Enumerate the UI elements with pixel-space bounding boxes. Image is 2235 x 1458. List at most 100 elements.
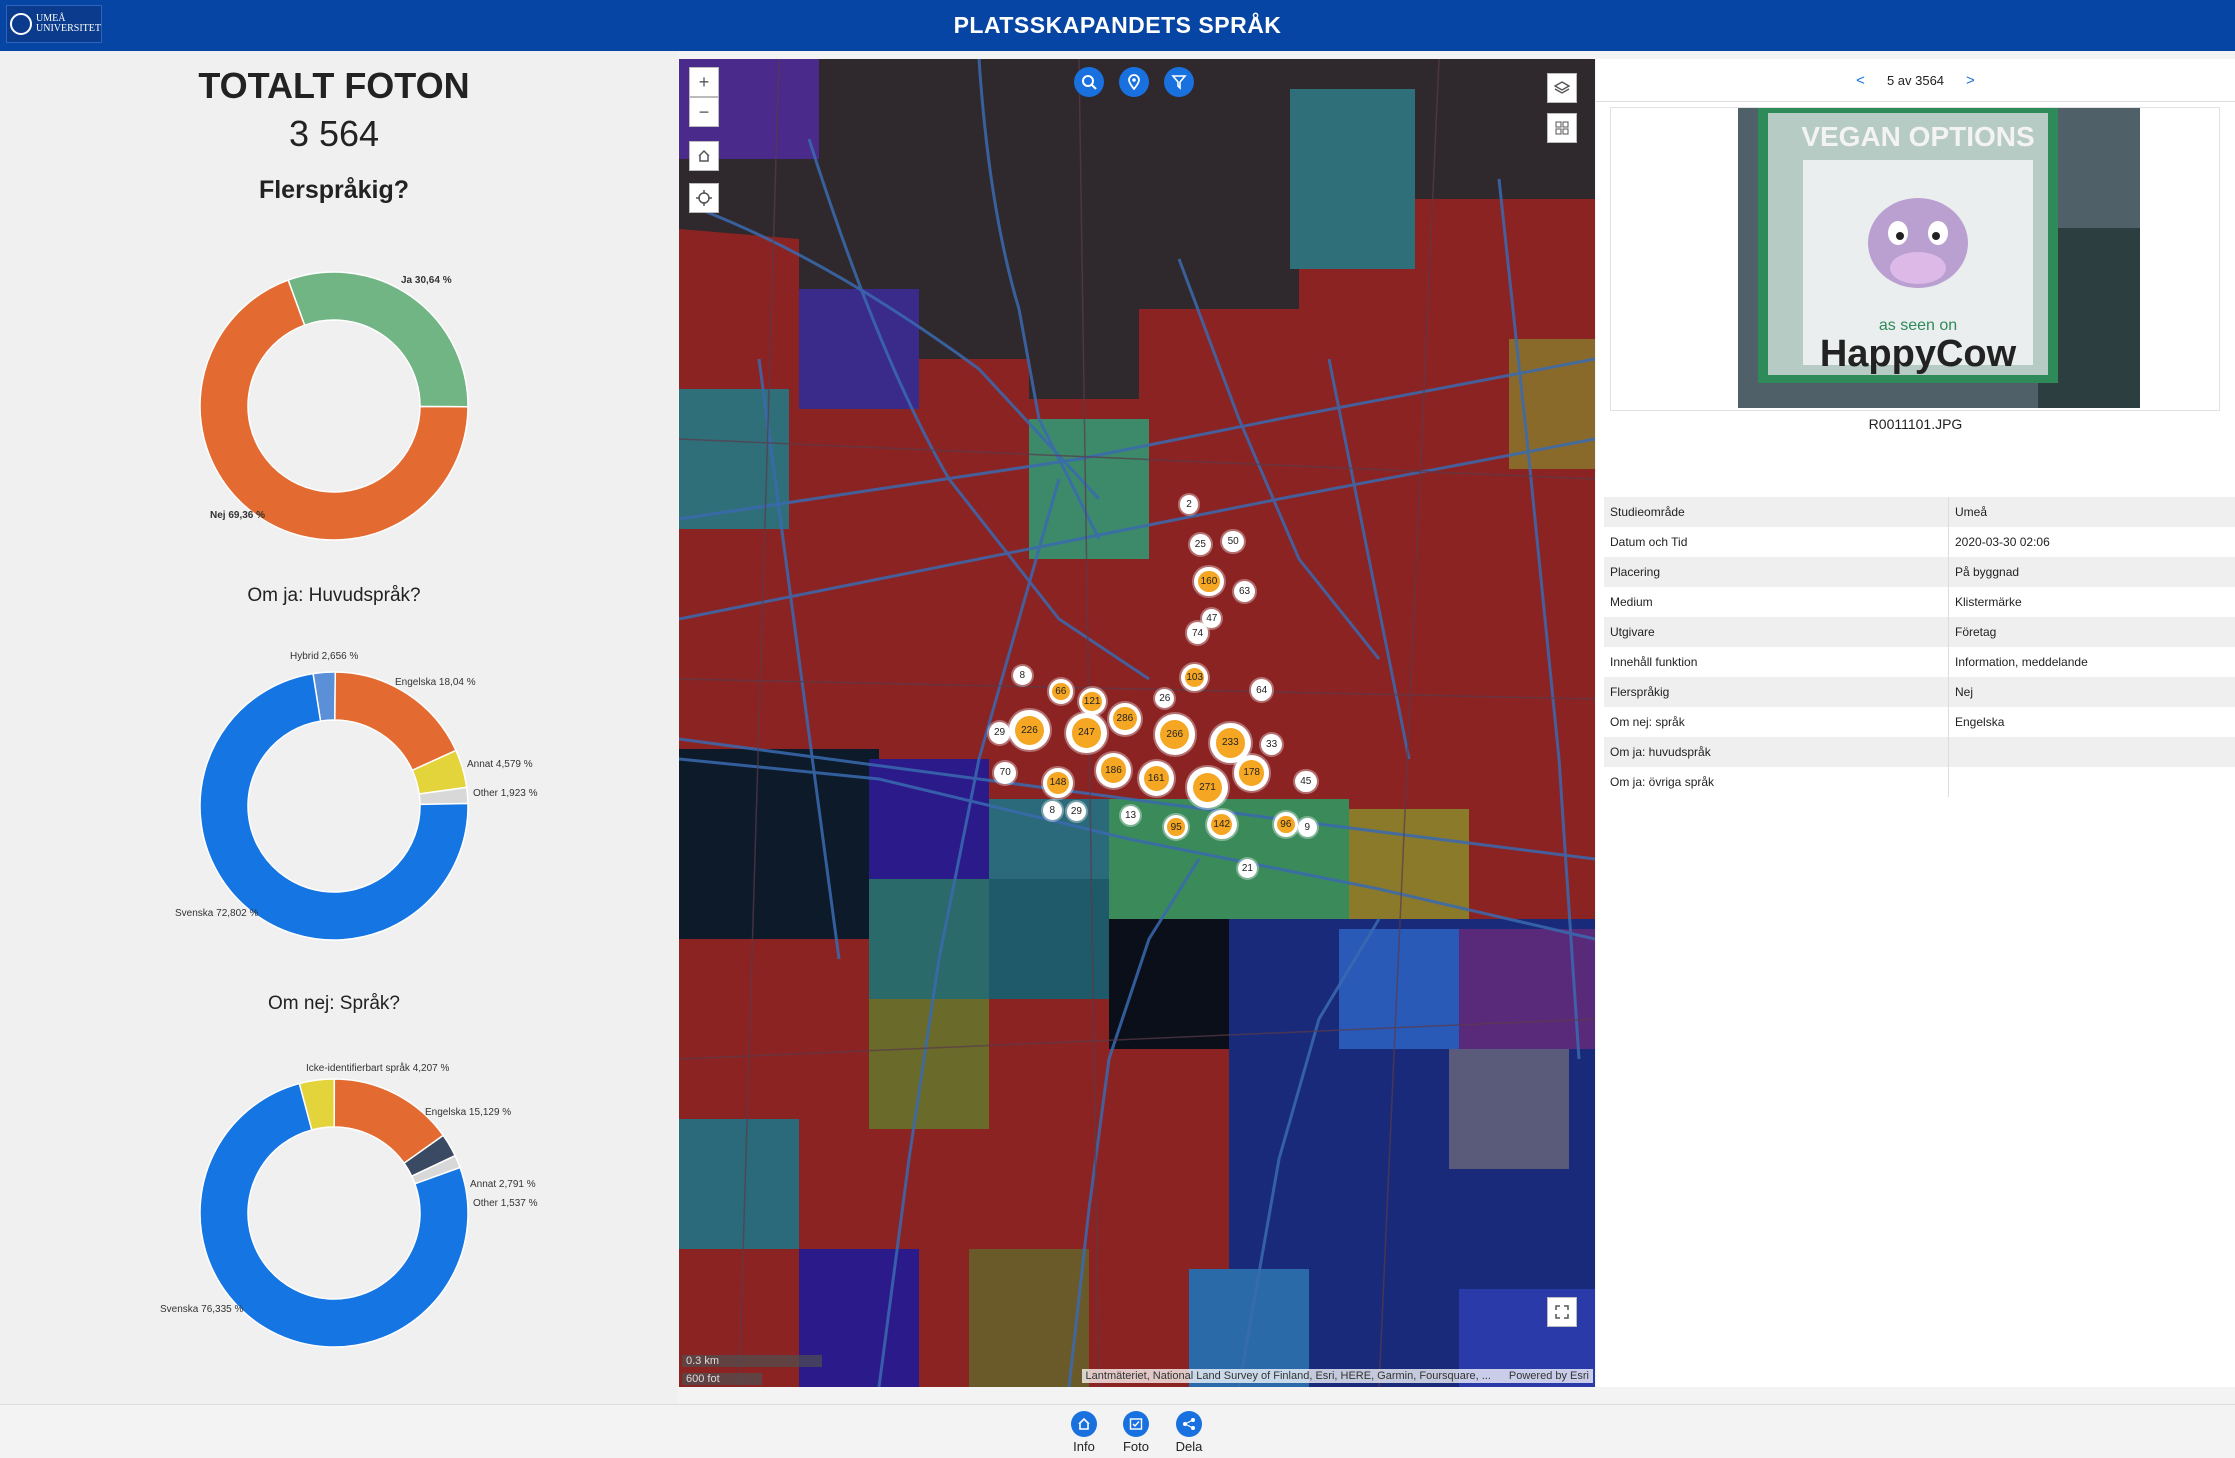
cluster-count: 2 xyxy=(1182,498,1196,512)
layers-button[interactable] xyxy=(1547,73,1577,103)
scale-bar-km: 0.3 km xyxy=(682,1355,822,1367)
cluster-count: 29 xyxy=(992,725,1008,741)
chart-label-annat-2: Annat 2,791 % xyxy=(470,1179,536,1190)
cluster-marker[interactable]: 148 xyxy=(1043,768,1073,798)
cluster-count: 29 xyxy=(1070,805,1084,819)
app-title: PLATSSKAPANDETS SPRÅK xyxy=(954,12,1282,39)
chart-label-engelska: Engelska 18,04 % xyxy=(395,677,476,688)
zoom-out-button[interactable]: − xyxy=(689,97,719,127)
search-button[interactable] xyxy=(1074,67,1104,97)
cluster-count: 50 xyxy=(1225,534,1241,550)
cluster-marker[interactable]: 96 xyxy=(1274,812,1298,836)
cluster-marker[interactable]: 70 xyxy=(994,762,1016,784)
cluster-marker[interactable]: 286 xyxy=(1109,703,1141,735)
chart-label-nej: Nej 69,36 % xyxy=(210,510,265,521)
chart-label-icke-identifierbart: Icke-identifierbart språk 4,207 % xyxy=(306,1063,449,1074)
foto-tab-button[interactable]: Foto xyxy=(1111,1411,1161,1454)
cluster-count: 142 xyxy=(1211,814,1232,835)
chart-label-svenska: Svenska 72,802 % xyxy=(175,908,258,919)
cluster-marker[interactable]: 66 xyxy=(1049,679,1073,703)
cluster-marker[interactable]: 2 xyxy=(1180,495,1199,514)
zoom-in-button[interactable]: + xyxy=(689,67,719,97)
home-button[interactable] xyxy=(689,141,719,171)
filter-button[interactable] xyxy=(1164,67,1194,97)
fullscreen-button[interactable] xyxy=(1547,1297,1577,1327)
cluster-count: 8 xyxy=(1045,803,1059,817)
photo-pager: < 5 av 3564 > xyxy=(1596,59,2235,102)
cluster-marker[interactable]: 142 xyxy=(1207,810,1237,840)
next-photo-button[interactable]: > xyxy=(1966,72,1975,89)
attribution-text[interactable]: Lantmäteriet, National Land Survey of Fi… xyxy=(1086,1370,1491,1382)
info-tab-button[interactable]: Info xyxy=(1059,1411,1109,1454)
cluster-count: 186 xyxy=(1101,757,1126,782)
donut-slice[interactable] xyxy=(288,272,468,407)
attribute-table: StudieområdeUmeåDatum och Tid2020-03-30 … xyxy=(1604,497,2235,797)
layers-icon xyxy=(1554,80,1570,96)
cluster-marker[interactable]: 121 xyxy=(1079,688,1106,715)
vegan-sign-photo: VEGAN OPTIONS as seen on HappyCow xyxy=(1738,108,2140,408)
cluster-marker[interactable]: 74 xyxy=(1187,622,1209,644)
cluster-marker[interactable]: 29 xyxy=(1067,802,1086,821)
cluster-count: 103 xyxy=(1185,668,1204,687)
cluster-marker[interactable]: 45 xyxy=(1295,771,1317,793)
language-chart-title: Om nej: Språk? xyxy=(0,993,668,1015)
filter-icon xyxy=(1171,74,1187,90)
attribute-row: Om nej: språkEngelska xyxy=(1604,707,2235,737)
location-pin-button[interactable] xyxy=(1119,67,1149,97)
cluster-marker[interactable]: 160 xyxy=(1194,567,1224,597)
photo-filename: R0011101.JPG xyxy=(1596,416,2235,432)
cluster-count: 271 xyxy=(1193,773,1222,802)
cluster-count: 66 xyxy=(1052,683,1069,700)
chart-label-other: Other 1,923 % xyxy=(473,788,537,799)
cluster-marker[interactable]: 21 xyxy=(1238,859,1257,878)
cluster-marker[interactable]: 9 xyxy=(1298,818,1317,837)
photo-viewer-panel: < 5 av 3564 > VEGAN OPTIONS as seen on H… xyxy=(1596,59,2235,1387)
attribute-key: Om ja: övriga språk xyxy=(1604,767,1949,797)
cluster-count: 25 xyxy=(1193,537,1209,553)
cluster-count: 266 xyxy=(1160,720,1189,749)
map-pin-icon xyxy=(1127,74,1141,90)
chart-label-engelska-2: Engelska 15,129 % xyxy=(425,1107,511,1118)
scale-bar-ft: 600 fot xyxy=(682,1373,762,1385)
attribute-row: Datum och Tid2020-03-30 02:06 xyxy=(1604,527,2235,557)
multilingual-donut-chart[interactable] xyxy=(198,270,470,542)
main-language-donut-chart[interactable] xyxy=(198,670,470,942)
cluster-count: 63 xyxy=(1237,584,1253,600)
photo-image[interactable]: VEGAN OPTIONS as seen on HappyCow xyxy=(1738,108,2140,408)
attribute-key: Innehåll funktion xyxy=(1604,647,1949,677)
attribute-row: UtgivareFöretag xyxy=(1604,617,2235,647)
chart-label-hybrid: Hybrid 2,656 % xyxy=(290,651,358,662)
basemap-gallery-button[interactable] xyxy=(1547,113,1577,143)
map-view[interactable]: + − 225501606347741032664866121286292262… xyxy=(679,59,1595,1387)
chart-label-ja: Ja 30,64 % xyxy=(401,275,452,286)
attribute-row: PlaceringPå byggnad xyxy=(1604,557,2235,587)
locate-button[interactable] xyxy=(689,183,719,213)
cluster-marker[interactable]: 247 xyxy=(1066,713,1107,754)
cluster-marker[interactable]: 161 xyxy=(1139,761,1174,796)
cluster-marker[interactable]: 226 xyxy=(1009,710,1050,751)
foto-tab-label: Foto xyxy=(1123,1439,1149,1454)
umea-university-logo[interactable]: UMEÅ UNIVERSITET xyxy=(6,5,102,43)
cluster-marker[interactable]: 103 xyxy=(1181,664,1208,691)
previous-photo-button[interactable]: < xyxy=(1856,72,1865,89)
cluster-marker[interactable]: 186 xyxy=(1096,753,1131,788)
cluster-marker[interactable]: 266 xyxy=(1155,714,1196,755)
attribute-value: Nej xyxy=(1949,677,2235,707)
attribute-value: 2020-03-30 02:06 xyxy=(1949,527,2235,557)
attribute-row: Innehåll funktionInformation, meddelande xyxy=(1604,647,2235,677)
cluster-marker[interactable]: 178 xyxy=(1234,755,1269,790)
dela-tab-button[interactable]: Dela xyxy=(1164,1411,1214,1454)
cluster-marker[interactable]: 271 xyxy=(1187,767,1228,808)
attribute-row: MediumKlistermärke xyxy=(1604,587,2235,617)
powered-by-esri[interactable]: Powered by Esri xyxy=(1509,1370,1589,1382)
cluster-count: 247 xyxy=(1072,718,1101,747)
attribute-key: Om nej: språk xyxy=(1604,707,1949,737)
app-header: UMEÅ UNIVERSITET PLATSSKAPANDETS SPRÅK xyxy=(0,0,2235,51)
cluster-count: 161 xyxy=(1144,766,1169,791)
cluster-marker[interactable]: 29 xyxy=(989,722,1011,744)
attribute-key: Studieområde xyxy=(1604,497,1949,527)
map-attribution: Lantmäteriet, National Land Survey of Fi… xyxy=(1082,1369,1593,1383)
cluster-marker[interactable]: 8 xyxy=(1043,801,1062,820)
chart-label-svenska-2: Svenska 76,335 % xyxy=(160,1304,243,1315)
cluster-marker[interactable]: 8 xyxy=(1013,666,1032,685)
